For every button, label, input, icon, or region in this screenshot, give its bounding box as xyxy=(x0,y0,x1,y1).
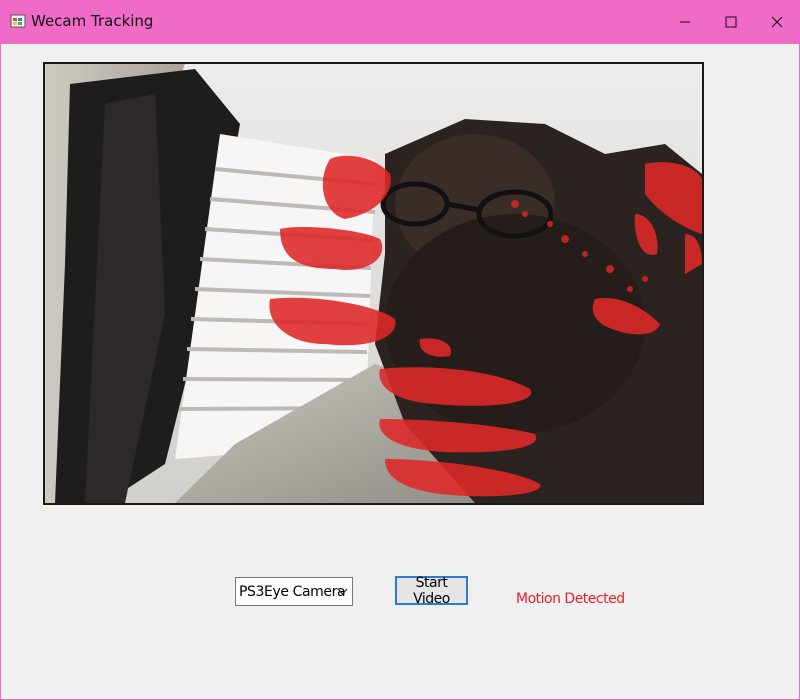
motion-status-label: Motion Detected xyxy=(516,591,625,607)
form-client-area: PS3Eye Camera Start Video Motion Detecte… xyxy=(1,44,799,699)
close-button[interactable] xyxy=(754,0,800,44)
form-app-icon xyxy=(10,13,26,29)
maximize-button[interactable] xyxy=(708,0,754,44)
webcam-feed-image xyxy=(45,64,702,503)
app-window: Wecam Tracking PS3Eye Camera Start Video… xyxy=(0,0,800,700)
chevron-down-icon[interactable] xyxy=(337,587,348,596)
minimize-button[interactable] xyxy=(662,0,708,44)
camera-select[interactable]: PS3Eye Camera xyxy=(235,577,353,606)
camera-select-value: PS3Eye Camera xyxy=(239,584,346,600)
minimize-icon xyxy=(680,21,690,23)
maximize-icon xyxy=(725,16,737,28)
title-bar[interactable]: Wecam Tracking xyxy=(0,0,800,44)
close-icon xyxy=(771,16,783,28)
window-title: Wecam Tracking xyxy=(31,12,154,30)
start-video-button[interactable]: Start Video xyxy=(395,575,468,607)
video-preview xyxy=(43,62,704,505)
